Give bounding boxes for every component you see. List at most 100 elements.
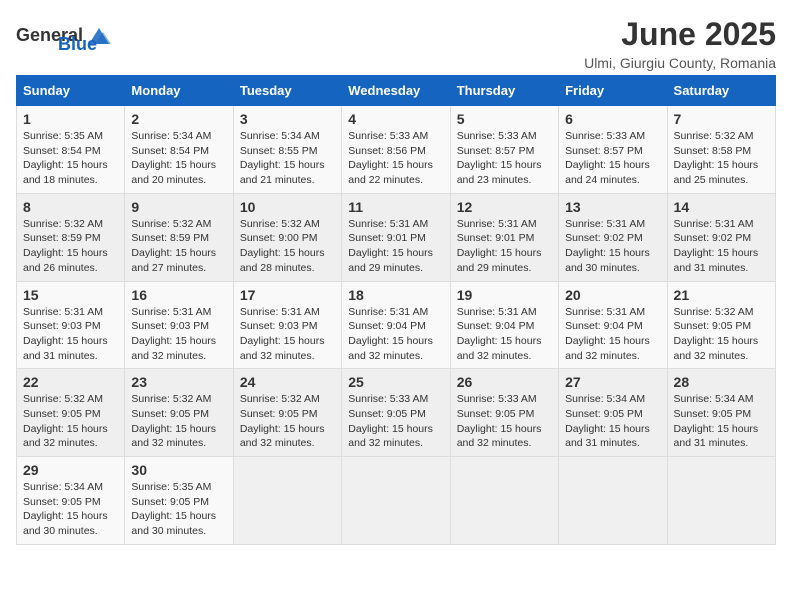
day-number: 26 [457, 374, 552, 390]
day-info: Sunrise: 5:33 AMSunset: 8:57 PMDaylight:… [457, 129, 552, 188]
week-row-5: 29 Sunrise: 5:34 AMSunset: 9:05 PMDayligh… [17, 457, 776, 545]
day-cell: 18 Sunrise: 5:31 AMSunset: 9:04 PMDayligh… [342, 281, 450, 369]
day-cell [342, 457, 450, 545]
day-cell: 4 Sunrise: 5:33 AMSunset: 8:56 PMDaylight… [342, 106, 450, 194]
day-info: Sunrise: 5:32 AMSunset: 9:05 PMDaylight:… [674, 305, 769, 364]
day-cell: 15 Sunrise: 5:31 AMSunset: 9:03 PMDayligh… [17, 281, 125, 369]
day-info: Sunrise: 5:32 AMSunset: 8:59 PMDaylight:… [131, 217, 226, 276]
day-info: Sunrise: 5:33 AMSunset: 8:56 PMDaylight:… [348, 129, 443, 188]
day-info: Sunrise: 5:32 AMSunset: 8:59 PMDaylight:… [23, 217, 118, 276]
day-cell: 29 Sunrise: 5:34 AMSunset: 9:05 PMDayligh… [17, 457, 125, 545]
col-header-monday: Monday [125, 76, 233, 106]
day-info: Sunrise: 5:34 AMSunset: 8:54 PMDaylight:… [131, 129, 226, 188]
day-number: 2 [131, 111, 226, 127]
day-info: Sunrise: 5:31 AMSunset: 9:02 PMDaylight:… [674, 217, 769, 276]
day-number: 16 [131, 287, 226, 303]
week-row-3: 15 Sunrise: 5:31 AMSunset: 9:03 PMDayligh… [17, 281, 776, 369]
day-number: 21 [674, 287, 769, 303]
day-info: Sunrise: 5:33 AMSunset: 8:57 PMDaylight:… [565, 129, 660, 188]
day-cell: 7Sunrise: 5:32 AMSunset: 8:58 PMDaylight… [667, 106, 775, 194]
day-number: 19 [457, 287, 552, 303]
day-info: Sunrise: 5:31 AMSunset: 9:03 PMDaylight:… [23, 305, 118, 364]
day-cell: 23 Sunrise: 5:32 AMSunset: 9:05 PMDayligh… [125, 369, 233, 457]
day-number: 8 [23, 199, 118, 215]
day-cell: 10 Sunrise: 5:32 AMSunset: 9:00 PMDayligh… [233, 193, 341, 281]
day-cell [233, 457, 341, 545]
day-cell: 25 Sunrise: 5:33 AMSunset: 9:05 PMDayligh… [342, 369, 450, 457]
day-info: Sunrise: 5:33 AMSunset: 9:05 PMDaylight:… [348, 392, 443, 451]
day-info: Sunrise: 5:31 AMSunset: 9:03 PMDaylight:… [131, 305, 226, 364]
day-number: 27 [565, 374, 660, 390]
day-number: 24 [240, 374, 335, 390]
calendar-title: June 2025 [584, 16, 776, 53]
col-header-sunday: Sunday [17, 76, 125, 106]
title-area: June 2025 Ulmi, Giurgiu County, Romania [584, 16, 776, 71]
day-cell: 27 Sunrise: 5:34 AMSunset: 9:05 PMDayligh… [559, 369, 667, 457]
logo: General Blue [16, 16, 97, 55]
day-number: 15 [23, 287, 118, 303]
day-number: 20 [565, 287, 660, 303]
day-cell: 1Sunrise: 5:35 AMSunset: 8:54 PMDaylight… [17, 106, 125, 194]
col-header-thursday: Thursday [450, 76, 558, 106]
day-info: Sunrise: 5:31 AMSunset: 9:04 PMDaylight:… [565, 305, 660, 364]
day-info: Sunrise: 5:32 AMSunset: 9:05 PMDaylight:… [131, 392, 226, 451]
day-cell: 28Sunrise: 5:34 AMSunset: 9:05 PMDayligh… [667, 369, 775, 457]
day-number: 4 [348, 111, 443, 127]
day-number: 6 [565, 111, 660, 127]
day-cell: 8 Sunrise: 5:32 AMSunset: 8:59 PMDaylight… [17, 193, 125, 281]
day-info: Sunrise: 5:33 AMSunset: 9:05 PMDaylight:… [457, 392, 552, 451]
day-info: Sunrise: 5:31 AMSunset: 9:02 PMDaylight:… [565, 217, 660, 276]
day-number: 10 [240, 199, 335, 215]
col-header-friday: Friday [559, 76, 667, 106]
day-info: Sunrise: 5:31 AMSunset: 9:04 PMDaylight:… [348, 305, 443, 364]
logo-blue: Blue [58, 34, 97, 55]
day-number: 22 [23, 374, 118, 390]
day-cell: 20 Sunrise: 5:31 AMSunset: 9:04 PMDayligh… [559, 281, 667, 369]
page-header: General Blue June 2025 Ulmi, Giurgiu Cou… [16, 16, 776, 71]
day-info: Sunrise: 5:34 AMSunset: 8:55 PMDaylight:… [240, 129, 335, 188]
day-cell: 16 Sunrise: 5:31 AMSunset: 9:03 PMDayligh… [125, 281, 233, 369]
week-row-1: 1Sunrise: 5:35 AMSunset: 8:54 PMDaylight… [17, 106, 776, 194]
day-info: Sunrise: 5:34 AMSunset: 9:05 PMDaylight:… [674, 392, 769, 451]
day-cell: 17Sunrise: 5:31 AMSunset: 9:03 PMDayligh… [233, 281, 341, 369]
day-cell [559, 457, 667, 545]
day-number: 25 [348, 374, 443, 390]
day-info: Sunrise: 5:32 AMSunset: 9:00 PMDaylight:… [240, 217, 335, 276]
day-number: 29 [23, 462, 118, 478]
calendar-subtitle: Ulmi, Giurgiu County, Romania [584, 55, 776, 71]
day-cell [667, 457, 775, 545]
col-header-tuesday: Tuesday [233, 76, 341, 106]
day-number: 12 [457, 199, 552, 215]
col-header-saturday: Saturday [667, 76, 775, 106]
day-number: 30 [131, 462, 226, 478]
day-cell: 9 Sunrise: 5:32 AMSunset: 8:59 PMDaylight… [125, 193, 233, 281]
day-info: Sunrise: 5:34 AMSunset: 9:05 PMDaylight:… [23, 480, 118, 539]
day-cell: 2 Sunrise: 5:34 AMSunset: 8:54 PMDaylight… [125, 106, 233, 194]
day-number: 18 [348, 287, 443, 303]
day-info: Sunrise: 5:31 AMSunset: 9:03 PMDaylight:… [240, 305, 335, 364]
day-cell: 12 Sunrise: 5:31 AMSunset: 9:01 PMDayligh… [450, 193, 558, 281]
day-number: 11 [348, 199, 443, 215]
day-info: Sunrise: 5:31 AMSunset: 9:04 PMDaylight:… [457, 305, 552, 364]
day-cell: 24 Sunrise: 5:32 AMSunset: 9:05 PMDayligh… [233, 369, 341, 457]
day-number: 9 [131, 199, 226, 215]
day-number: 3 [240, 111, 335, 127]
day-info: Sunrise: 5:34 AMSunset: 9:05 PMDaylight:… [565, 392, 660, 451]
day-number: 14 [674, 199, 769, 215]
day-info: Sunrise: 5:31 AMSunset: 9:01 PMDaylight:… [348, 217, 443, 276]
header-row: SundayMondayTuesdayWednesdayThursdayFrid… [17, 76, 776, 106]
day-info: Sunrise: 5:35 AMSunset: 9:05 PMDaylight:… [131, 480, 226, 539]
day-cell: 21 Sunrise: 5:32 AMSunset: 9:05 PMDayligh… [667, 281, 775, 369]
day-cell: 26 Sunrise: 5:33 AMSunset: 9:05 PMDayligh… [450, 369, 558, 457]
day-info: Sunrise: 5:32 AMSunset: 9:05 PMDaylight:… [240, 392, 335, 451]
calendar-table: SundayMondayTuesdayWednesdayThursdayFrid… [16, 75, 776, 545]
day-cell: 11 Sunrise: 5:31 AMSunset: 9:01 PMDayligh… [342, 193, 450, 281]
day-number: 1 [23, 111, 118, 127]
day-cell: 3 Sunrise: 5:34 AMSunset: 8:55 PMDaylight… [233, 106, 341, 194]
day-number: 7 [674, 111, 769, 127]
day-number: 13 [565, 199, 660, 215]
day-cell: 30 Sunrise: 5:35 AMSunset: 9:05 PMDayligh… [125, 457, 233, 545]
day-info: Sunrise: 5:31 AMSunset: 9:01 PMDaylight:… [457, 217, 552, 276]
day-cell: 13 Sunrise: 5:31 AMSunset: 9:02 PMDayligh… [559, 193, 667, 281]
day-number: 23 [131, 374, 226, 390]
